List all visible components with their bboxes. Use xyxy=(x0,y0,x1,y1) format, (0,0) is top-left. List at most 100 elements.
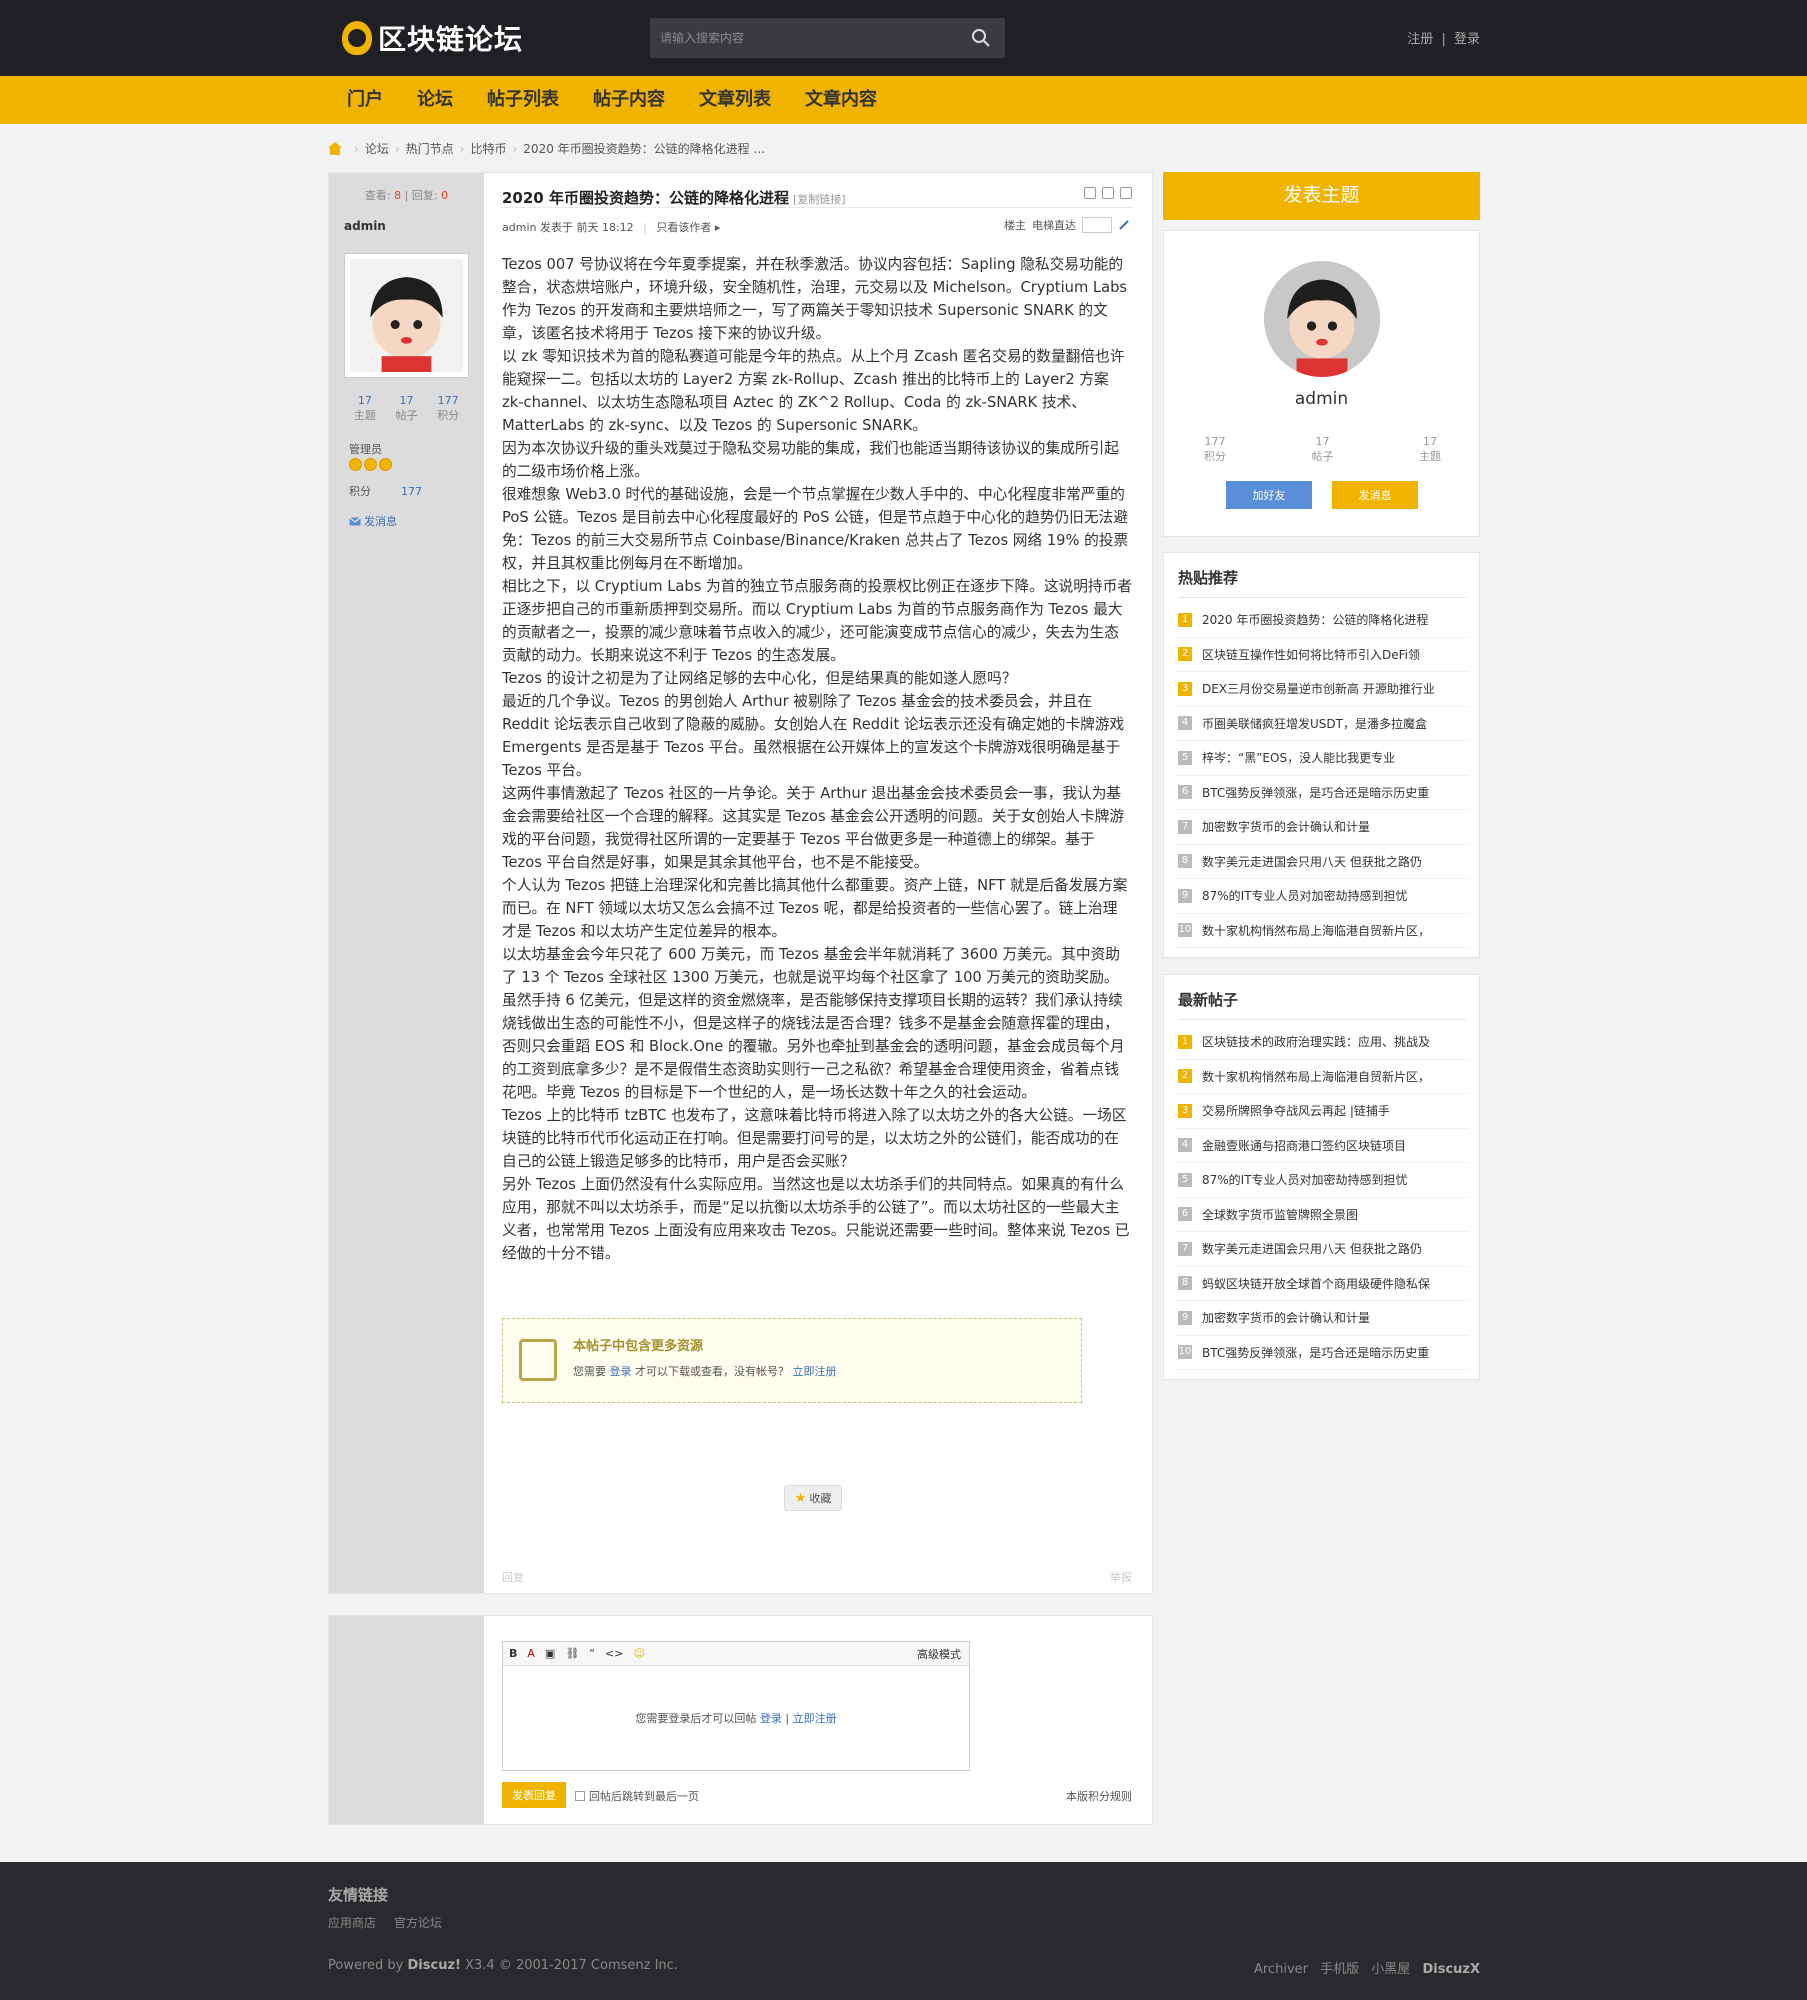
bold-button[interactable]: B xyxy=(509,1647,517,1660)
list-item[interactable]: 7 数字美元走进国会只用八天 但获批之路仍 xyxy=(1178,1232,1468,1267)
stat-label: 积分 xyxy=(437,409,460,422)
breadcrumb-hot-nodes[interactable]: 热门节点 xyxy=(406,140,454,157)
jump-last-page-option[interactable]: 回帖后跳转到最后一页 xyxy=(575,1788,699,1804)
hint-text: 您需要登录后才可以回帖 xyxy=(635,1712,757,1725)
locked-register-link[interactable]: 立即注册 xyxy=(793,1365,837,1378)
reply-login-link[interactable]: 登录 xyxy=(760,1712,782,1725)
home-icon[interactable] xyxy=(328,142,342,155)
code-button[interactable]: <> xyxy=(605,1647,623,1660)
list-item[interactable]: 3 交易所牌照争夺战风云再起 |链捕手 xyxy=(1178,1094,1468,1129)
list-item[interactable]: 2 数十家机构悄然布局上海临港自贸新片区， xyxy=(1178,1060,1468,1094)
favorite-button[interactable]: ★ 收藏 xyxy=(784,1485,842,1511)
list-item[interactable]: 6 BTC强势反弹领涨，是巧合还是暗示历史重 xyxy=(1178,776,1468,810)
list-item[interactable]: 1 2020 年币圈投资趋势：公链的降格化进程 xyxy=(1178,603,1468,638)
breadcrumb-forum[interactable]: 论坛 xyxy=(365,140,389,157)
user-card-stat[interactable]: 177 积分 xyxy=(1204,434,1226,464)
site-logo-text: 区块链论坛 xyxy=(378,23,524,56)
mobile-link[interactable]: 手机版 xyxy=(1320,1962,1359,1977)
list-item[interactable]: 10 数十家机构悄然布局上海临港自贸新片区， xyxy=(1178,914,1468,948)
search-input[interactable] xyxy=(650,18,950,58)
post-paragraph: 最近的几个争议。Tezos 的男创始人 Arthur 被剔除了 Tezos 基金… xyxy=(502,693,1125,779)
list-item[interactable]: 4 币圈美联储疯狂增发USDT，是潘多拉魔盒 xyxy=(1178,707,1468,741)
breadcrumb-current[interactable]: 2020 年币圈投资趋势：公链的降格化进程 ... xyxy=(523,140,765,157)
nav-item-article-list[interactable]: 文章列表 xyxy=(682,76,788,124)
search-icon[interactable] xyxy=(971,28,991,48)
next-thread-icon[interactable] xyxy=(1120,187,1132,199)
locked-resources-notice: 本帖子中包含更多资源 您需要 登录 才可以下载或查看，没有帐号？ 立即注册 xyxy=(502,1318,1082,1403)
reply-link[interactable]: 回复 xyxy=(502,1571,524,1584)
floor-jump-input[interactable] xyxy=(1082,217,1112,233)
list-item[interactable]: 3 DEX三月份交易量逆市创新高 开源助推行业 xyxy=(1178,672,1468,707)
advanced-mode-link[interactable]: 高级模式 xyxy=(917,1646,961,1662)
powered-brand[interactable]: Discuz! xyxy=(408,1958,461,1973)
author-name[interactable]: admin xyxy=(344,219,386,233)
list-item[interactable]: 9 87%的IT专业人员对加密劫持感到担忧 xyxy=(1178,879,1468,914)
stat-label: 主题 xyxy=(353,409,376,422)
nav-item-portal[interactable]: 门户 xyxy=(330,76,400,124)
avatar-face-icon xyxy=(1264,261,1380,377)
list-item[interactable]: 5 梓岑：“黑”EOS，没人能比我更专业 xyxy=(1178,741,1468,776)
locked-login-link[interactable]: 登录 xyxy=(610,1365,632,1378)
link-button[interactable]: ⛓ xyxy=(565,1647,579,1660)
list-item[interactable]: 4 金融壹账通与招商港口签约区块链项目 xyxy=(1178,1129,1468,1163)
author-stat-posts[interactable]: 17 帖子 xyxy=(395,393,417,423)
image-button[interactable]: ▣ xyxy=(545,1647,555,1660)
jump-go-icon[interactable] xyxy=(1118,219,1130,231)
submit-reply-button[interactable]: 发表回复 xyxy=(502,1782,566,1808)
archiver-link[interactable]: Archiver xyxy=(1254,1962,1308,1977)
list-item[interactable]: 2 区块链互操作性如何将比特币引入DeFi领 xyxy=(1178,638,1468,672)
reply-register-link[interactable]: 立即注册 xyxy=(793,1712,837,1725)
author-stat-points[interactable]: 177 积分 xyxy=(437,393,459,423)
quote-button[interactable]: “ xyxy=(589,1647,595,1660)
list-item[interactable]: 6 全球数字货币监管牌照全景图 xyxy=(1178,1198,1468,1232)
post-paragraph: 另外 Tezos 上面仍然没有什么实际应用。当然这也是以太坊杀手们的共同特点。如… xyxy=(502,1176,1130,1262)
send-message-button[interactable]: 发消息 xyxy=(1332,481,1418,509)
list-item[interactable]: 10 BTC强势反弹领涨，是巧合还是暗示历史重 xyxy=(1178,1336,1468,1370)
user-card-stat[interactable]: 17 主题 xyxy=(1419,434,1441,464)
user-group[interactable]: 管理员 xyxy=(349,441,382,457)
list-item[interactable]: 8 数字美元走进国会只用八天 但获批之路仍 xyxy=(1178,845,1468,879)
user-card-stat[interactable]: 17 帖子 xyxy=(1312,434,1334,464)
list-item-title: 加密数字货币的会计确认和计量 xyxy=(1202,1311,1371,1326)
print-icon[interactable] xyxy=(1084,187,1096,199)
author-stat-threads[interactable]: 17 主题 xyxy=(354,393,376,423)
nav-item-article-content[interactable]: 文章内容 xyxy=(788,76,894,124)
points-rules-link[interactable]: 本版积分规则 xyxy=(1066,1788,1132,1804)
footer-link-app-store[interactable]: 应用商店 xyxy=(328,1916,376,1930)
send-message-link[interactable]: 发消息 xyxy=(349,513,397,529)
nav-item-thread-list[interactable]: 帖子列表 xyxy=(470,76,576,124)
stat-value: 177 xyxy=(437,394,459,407)
list-item[interactable]: 7 加密数字货币的会计确认和计量 xyxy=(1178,810,1468,845)
blackroom-link[interactable]: 小黑屋 xyxy=(1371,1962,1410,1977)
nav-item-thread-content[interactable]: 帖子内容 xyxy=(576,76,682,124)
list-item-title: BTC强势反弹领涨，是巧合还是暗示历史重 xyxy=(1202,785,1430,800)
nav-item-forum[interactable]: 论坛 xyxy=(400,76,470,124)
only-author-link[interactable]: 只看该作者 ▸ xyxy=(656,221,720,234)
list-item[interactable]: 5 87%的IT专业人员对加密劫持感到担忧 xyxy=(1178,1163,1468,1198)
checkbox[interactable] xyxy=(575,1791,585,1801)
add-friend-button[interactable]: 加好友 xyxy=(1226,481,1312,509)
copy-link[interactable]: [复制链接] xyxy=(793,193,846,206)
site-logo[interactable]: 区块链论坛 xyxy=(342,18,523,58)
list-item[interactable]: 8 蚂蚁区块链开放全球首个商用级硬件隐私保 xyxy=(1178,1267,1468,1301)
list-item-title: 全球数字货币监管牌照全景图 xyxy=(1202,1207,1359,1222)
prev-thread-icon[interactable] xyxy=(1102,187,1114,199)
breadcrumb-bitcoin[interactable]: 比特币 xyxy=(470,140,506,157)
new-thread-button[interactable]: 发表主题 xyxy=(1163,172,1480,220)
font-color-button[interactable]: A xyxy=(527,1647,535,1660)
user-card-avatar[interactable] xyxy=(1264,261,1380,377)
post-time: 发表于 前天 18:12 xyxy=(539,221,634,234)
author-avatar[interactable] xyxy=(344,253,469,378)
list-item[interactable]: 9 加密数字货币的会计确认和计量 xyxy=(1178,1301,1468,1336)
register-link[interactable]: 注册 xyxy=(1407,32,1433,47)
login-link[interactable]: 登录 xyxy=(1454,32,1480,47)
meta-author-link[interactable]: admin xyxy=(502,221,536,234)
discuzx-brand[interactable]: DiscuzX xyxy=(1422,1962,1480,1977)
user-card-name[interactable]: admin xyxy=(1164,389,1479,409)
list-item[interactable]: 1 区块链技术的政府治理实践：应用、挑战及 xyxy=(1178,1025,1468,1060)
report-link[interactable]: 举报 xyxy=(1110,1569,1132,1585)
emoji-button[interactable]: ☺ xyxy=(633,1647,644,1660)
hot-threads-box: 热贴推荐 1 2020 年币圈投资趋势：公链的降格化进程 2 区块链互操作性如何将比… xyxy=(1163,552,1480,958)
hot-threads-title: 热贴推荐 xyxy=(1178,569,1239,587)
footer-link-official-forum[interactable]: 官方论坛 xyxy=(394,1916,442,1930)
